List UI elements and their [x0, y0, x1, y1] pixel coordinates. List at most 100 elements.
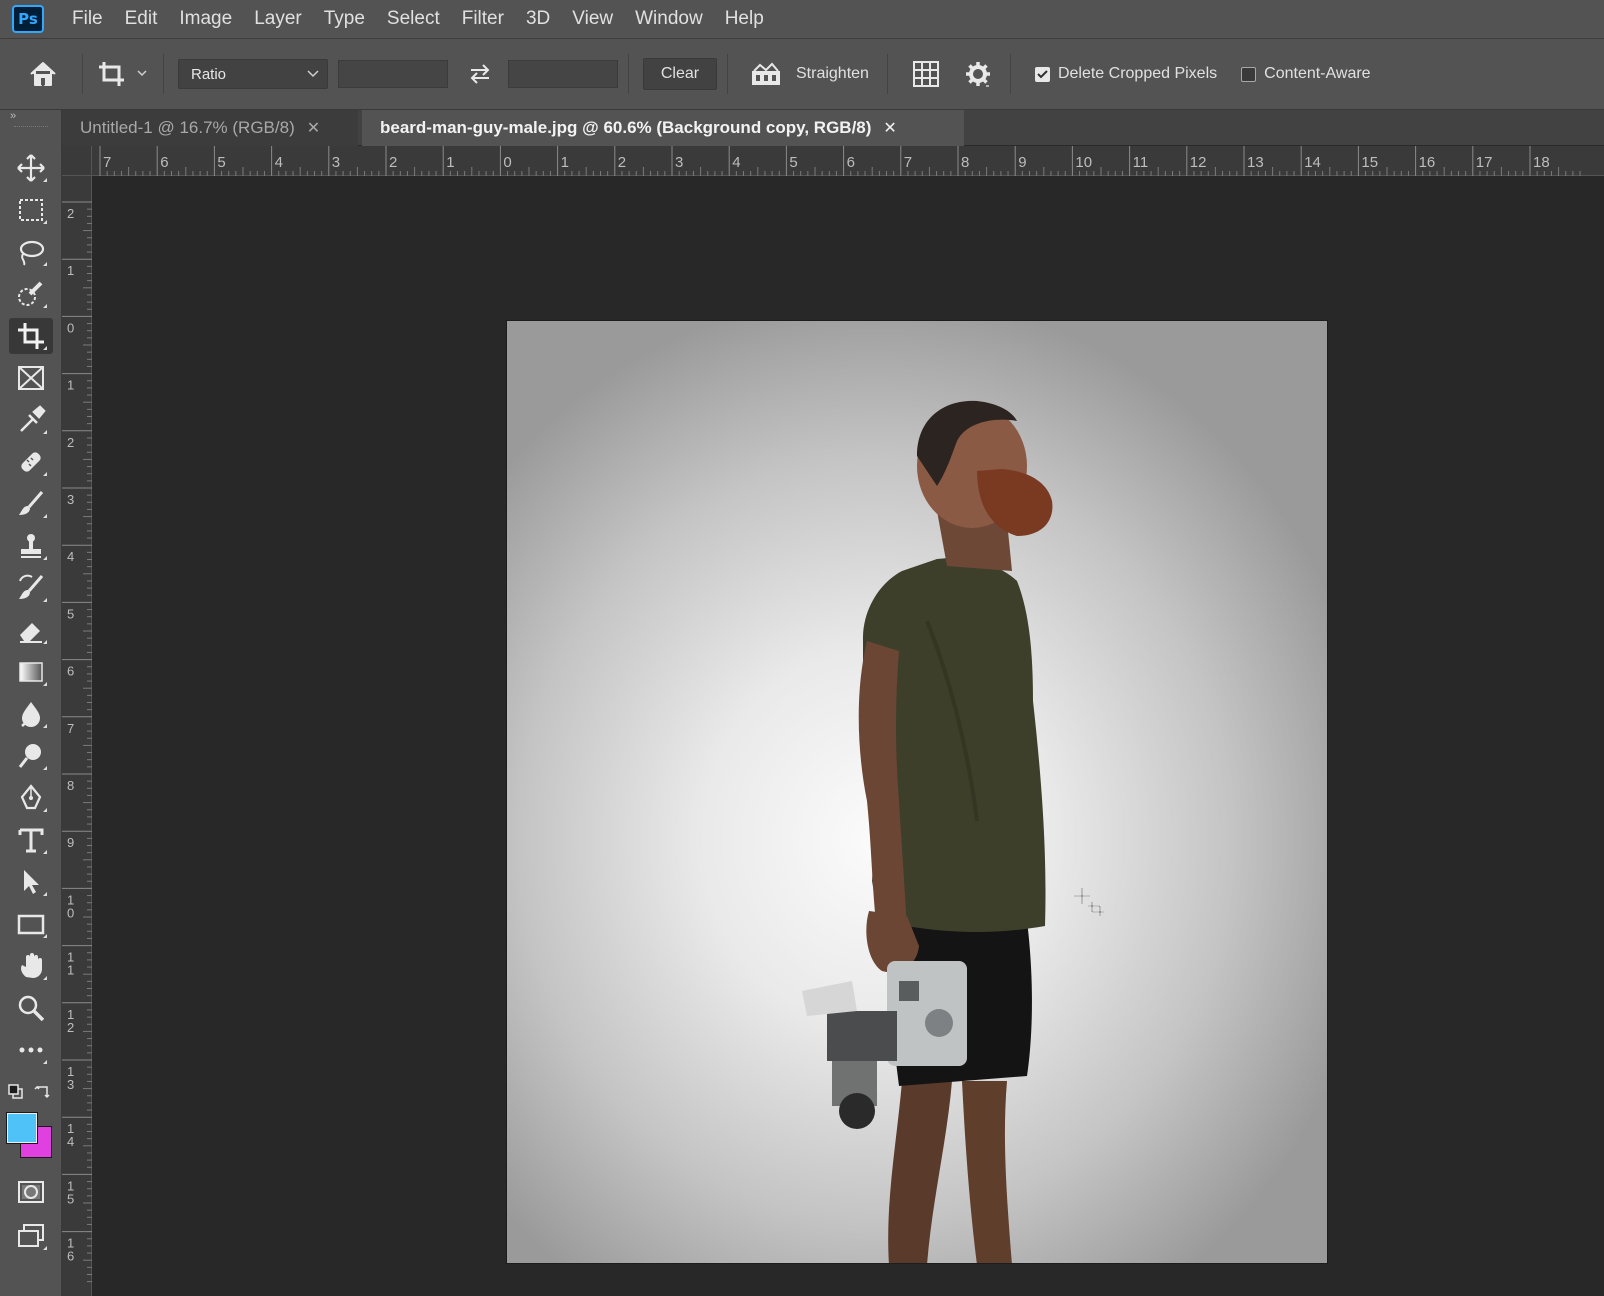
ruler-label: 3 [675, 154, 683, 171]
eraser-tool-icon[interactable] [9, 612, 53, 648]
ruler-label: 3 [67, 1077, 74, 1092]
delete-cropped-pixels-option[interactable]: Delete Cropped Pixels [1034, 65, 1217, 83]
content-aware-checkbox[interactable] [1241, 66, 1257, 82]
ruler-label: 1 [67, 263, 74, 278]
document-tabs: Untitled-1 @ 16.7% (RGB/8) ✕ beard-man-g… [62, 110, 1604, 146]
tab-beard-man-guy-male[interactable]: beard-man-guy-male.jpg @ 60.6% (Backgrou… [362, 110, 964, 146]
eyedropper-tool-icon[interactable] [9, 402, 53, 438]
frame-tool-icon[interactable] [9, 360, 53, 396]
rectangle-tool-icon[interactable] [9, 906, 53, 942]
brush-tool-icon[interactable] [9, 486, 53, 522]
ruler-label: 17 [1476, 154, 1493, 171]
tab-label: beard-man-guy-male.jpg @ 60.6% (Backgrou… [380, 118, 872, 137]
path-selection-tool-icon[interactable] [9, 864, 53, 900]
document-canvas[interactable] [92, 176, 1604, 1296]
close-icon[interactable]: ✕ [307, 118, 320, 138]
ruler-label: 4 [275, 154, 283, 171]
ruler-label: 1 [446, 154, 454, 171]
ratio-dropdown[interactable]: Ratio [178, 59, 328, 89]
ruler-origin[interactable] [62, 146, 92, 176]
content-aware-option[interactable]: Content-Aware [1241, 65, 1371, 83]
gradient-tool-icon[interactable] [9, 654, 53, 690]
pen-tool-icon[interactable] [9, 780, 53, 816]
menu-layer[interactable]: Layer [254, 8, 302, 30]
ruler-label: 2 [389, 154, 397, 171]
menu-window[interactable]: Window [635, 8, 703, 30]
vertical-ruler[interactable]: 21012345678910111213141516 [62, 176, 92, 1296]
quick-mask-icon[interactable] [9, 1174, 53, 1210]
ruler-label: 5 [789, 154, 797, 171]
ruler-label: 6 [67, 1249, 74, 1264]
horizontal-ruler-ticks: 7 6 5 4 3 2 1 0 1 2 3 4 5 6 7 8 9 10 11 12 13 14 15 16 17 18 [99, 146, 1581, 176]
ruler-label: 18 [1533, 154, 1550, 171]
delete-cropped-checkbox[interactable] [1034, 66, 1050, 82]
dodge-tool-icon[interactable] [9, 738, 53, 774]
document-image[interactable] [506, 320, 1328, 1264]
panel-grip[interactable] [14, 126, 48, 128]
menu-select[interactable]: Select [387, 8, 440, 30]
ratio-height-input[interactable] [508, 60, 618, 88]
swap-icon[interactable] [458, 63, 502, 85]
tab-untitled-1[interactable]: Untitled-1 @ 16.7% (RGB/8) ✕ [62, 110, 358, 146]
menu-image[interactable]: Image [179, 8, 232, 30]
ruler-label: 5 [67, 1191, 74, 1206]
overlay-grid-icon[interactable] [904, 60, 948, 88]
gear-icon[interactable] [956, 60, 1000, 88]
ruler-label: 8 [961, 154, 969, 171]
clear-label: Clear [660, 65, 700, 82]
clear-button[interactable]: Clear [643, 58, 717, 90]
crop-preset-icon[interactable] [93, 59, 153, 89]
ratio-width-input[interactable] [338, 60, 448, 88]
close-icon[interactable]: ✕ [883, 118, 896, 138]
ruler-label: 15 [1361, 154, 1378, 171]
foreground-color-swatch[interactable] [6, 1112, 38, 1144]
menu-type[interactable]: Type [324, 8, 365, 30]
ruler-label: 6 [160, 154, 168, 171]
quick-selection-tool-icon[interactable] [9, 276, 53, 312]
menu-bar: Ps File Edit Image Layer Type Select Fil… [0, 0, 1604, 38]
ruler-label: 0 [67, 905, 74, 920]
ruler-label: 11 [1133, 154, 1149, 171]
menu-view[interactable]: View [572, 8, 613, 30]
home-icon[interactable] [20, 60, 66, 88]
menu-filter[interactable]: Filter [462, 8, 504, 30]
zoom-tool-icon[interactable] [9, 990, 53, 1026]
ruler-label: 9 [1018, 154, 1026, 171]
lasso-tool-icon[interactable] [9, 234, 53, 270]
menu-file[interactable]: File [72, 8, 103, 30]
default-colors-icon[interactable] [8, 1084, 24, 1100]
straighten-label[interactable]: Straighten [796, 65, 869, 83]
ruler-label: 1 [561, 154, 569, 171]
man-with-camera-photo [802, 400, 1053, 1263]
vertical-ruler-ticks: 21012345678910111213141516 [62, 201, 92, 1283]
menu-edit[interactable]: Edit [125, 8, 158, 30]
crop-tool-icon[interactable] [9, 318, 53, 354]
horizontal-ruler[interactable]: 7 6 5 4 3 2 1 0 1 2 3 4 5 6 7 8 9 10 11 12 13 14 15 16 17 18 [92, 146, 1604, 176]
collapse-panel-icon[interactable]: » [10, 110, 16, 122]
marquee-tool-icon[interactable] [9, 192, 53, 228]
options-bar: Ratio Clear Straighten Delete Cropped Pi… [0, 38, 1604, 110]
ruler-label: 0 [67, 320, 74, 335]
ruler-label: 1 [67, 378, 74, 393]
menu-help[interactable]: Help [725, 8, 764, 30]
move-tool-icon[interactable] [9, 150, 53, 186]
edit-toolbar-icon[interactable] [9, 1032, 53, 1068]
ruler-label: 7 [904, 154, 912, 171]
swap-colors-icon[interactable] [34, 1084, 52, 1100]
ratio-label: Ratio [191, 65, 227, 83]
screen-mode-icon[interactable] [9, 1218, 53, 1254]
ruler-label: 5 [67, 606, 74, 621]
checkmark-icon [1037, 69, 1048, 78]
ruler-label: 0 [503, 154, 511, 171]
history-brush-tool-icon[interactable] [9, 570, 53, 606]
ruler-label: 7 [103, 154, 111, 171]
healing-brush-tool-icon[interactable] [9, 444, 53, 480]
clone-stamp-tool-icon[interactable] [9, 528, 53, 564]
ruler-label: 2 [67, 1020, 74, 1035]
hand-tool-icon[interactable] [9, 948, 53, 984]
ruler-label: 5 [217, 154, 225, 171]
blur-tool-icon[interactable] [9, 696, 53, 732]
menu-3d[interactable]: 3D [526, 8, 550, 30]
type-tool-icon[interactable] [9, 822, 53, 858]
straighten-icon[interactable] [746, 61, 786, 87]
